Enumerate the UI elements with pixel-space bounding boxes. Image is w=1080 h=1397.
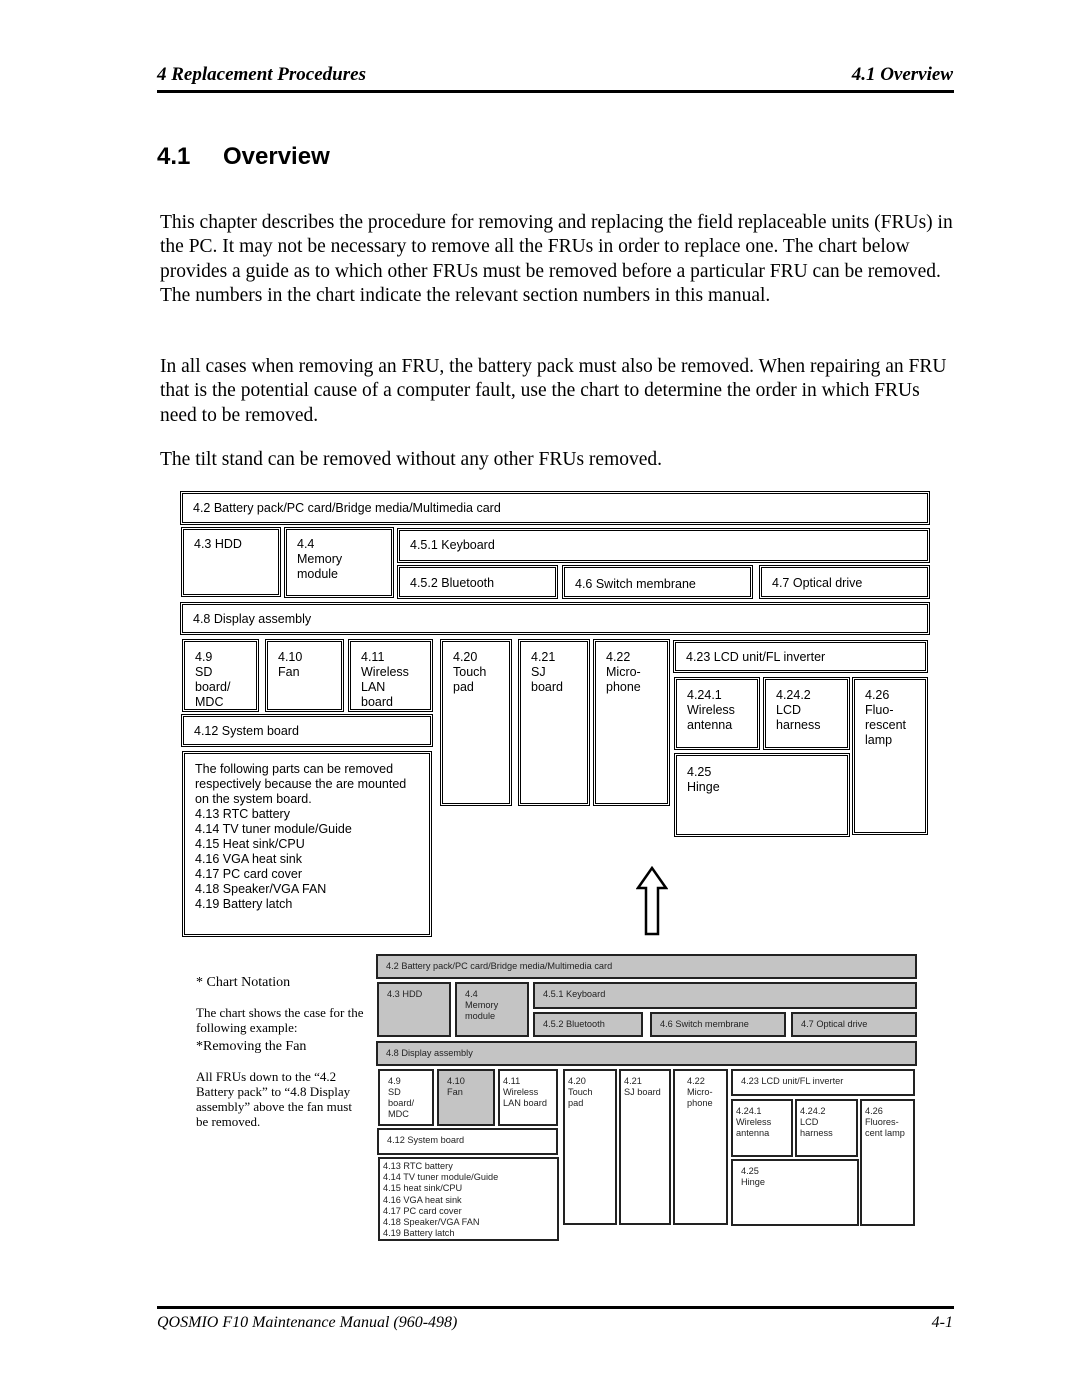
example-box-4-21: 4.21 SJ board [619,1069,671,1225]
example-box-4-2: 4.2 Battery pack/PC card/Bridge media/Mu… [376,954,917,979]
example-box-4-6: 4.6 Switch membrane [650,1012,786,1037]
example-box-4-25: 4.25 Hinge [731,1159,859,1226]
page-number: 4-1 [931,1314,953,1331]
example-box-4-4: 4.4 Memory module [455,982,529,1037]
fru-box-4-9: 4.9 SD board/ MDC [182,639,259,712]
fru-box-4-4: 4.4 Memory module [284,527,394,598]
example-box-4-3: 4.3 HDD [377,982,451,1037]
example-box-4-26: 4.26 Fluores- cent lamp [860,1099,915,1226]
section-number: 4.1 [157,143,191,170]
example-box-4-20: 4.20 Touch pad [563,1069,617,1225]
fru-box-4-12: 4.12 System board [181,714,433,747]
example-system-board-parts-box: 4.13 RTC battery 4.14 TV tuner module/Gu… [378,1157,559,1241]
example-box-4-11: 4.11 Wireless LAN board [498,1069,558,1126]
fru-box-4-7: 4.7 Optical drive [759,565,930,599]
fru-box-4-24-2: 4.24.2 LCD harness [763,677,850,750]
section-header: 4.1 Overview [851,64,953,85]
fru-box-4-26: 4.26 Fluo- rescent lamp [852,677,928,835]
example-box-4-8: 4.8 Display assembly [376,1041,917,1066]
page-title: 4.1 Overview [157,143,330,171]
example-box-4-10-highlighted: 4.10 Fan [437,1069,495,1126]
chart-notation-heading: * Chart Notation [196,975,291,990]
up-arrow-icon [636,866,668,936]
fru-box-4-2: 4.2 Battery pack/PC card/Bridge media/Mu… [180,491,930,525]
manual-title: QOSMIO F10 Maintenance Manual (960-498) [157,1314,458,1331]
fru-box-4-5-1: 4.5.1 Keyboard [397,528,930,563]
example-box-4-5-2: 4.5.2 Bluetooth [533,1012,643,1037]
example-box-4-24-2: 4.24.2 LCD harness [795,1099,858,1157]
fru-box-4-8: 4.8 Display assembly [180,602,930,635]
fru-box-4-22: 4.22 Micro- phone [593,639,670,806]
example-heading: *Removing the Fan [196,1039,307,1054]
fru-box-4-25: 4.25 Hinge [674,753,850,837]
fru-box-4-23: 4.23 LCD unit/FL inverter [673,640,928,673]
footer-rule [157,1306,954,1309]
section-title: Overview [223,143,330,170]
fru-box-4-5-2: 4.5.2 Bluetooth [397,565,558,599]
fru-box-4-21: 4.21 SJ board [518,639,590,806]
fru-box-4-6: 4.6 Switch membrane [562,565,753,599]
tilt-stand-paragraph: The tilt stand can be removed without an… [160,449,663,470]
example-notation: *Removing the Fan All FRUs down to the “… [196,1024,366,1144]
system-board-parts-box: The following parts can be removed respe… [182,751,432,937]
fru-box-4-20: 4.20 Touch pad [440,639,512,806]
header-rule [157,90,954,93]
intro-paragraph: This chapter describes the procedure for… [160,212,953,306]
fru-box-4-3: 4.3 HDD [181,527,281,597]
example-box-4-9: 4.9 SD board/ MDC [378,1069,434,1126]
example-box-4-12: 4.12 System board [377,1128,558,1155]
chapter-header: 4 Replacement Procedures [157,64,366,85]
example-box-4-24-1: 4.24.1 Wireless antenna [731,1099,793,1157]
fru-box-4-24-1: 4.24.1 Wireless antenna [674,677,760,750]
example-box-4-23: 4.23 LCD unit/FL inverter [731,1069,915,1096]
example-box-4-22: 4.22 Micro- phone [673,1069,728,1225]
battery-paragraph: In all cases when removing an FRU, the b… [160,356,947,426]
example-box-4-7: 4.7 Optical drive [791,1012,917,1037]
fru-box-4-10: 4.10 Fan [265,639,344,712]
example-box-4-5-1: 4.5.1 Keyboard [533,982,917,1009]
fru-box-4-11: 4.11 Wireless LAN board [348,639,433,712]
example-text: All FRUs down to the “4.2 Battery pack” … [196,1069,352,1129]
